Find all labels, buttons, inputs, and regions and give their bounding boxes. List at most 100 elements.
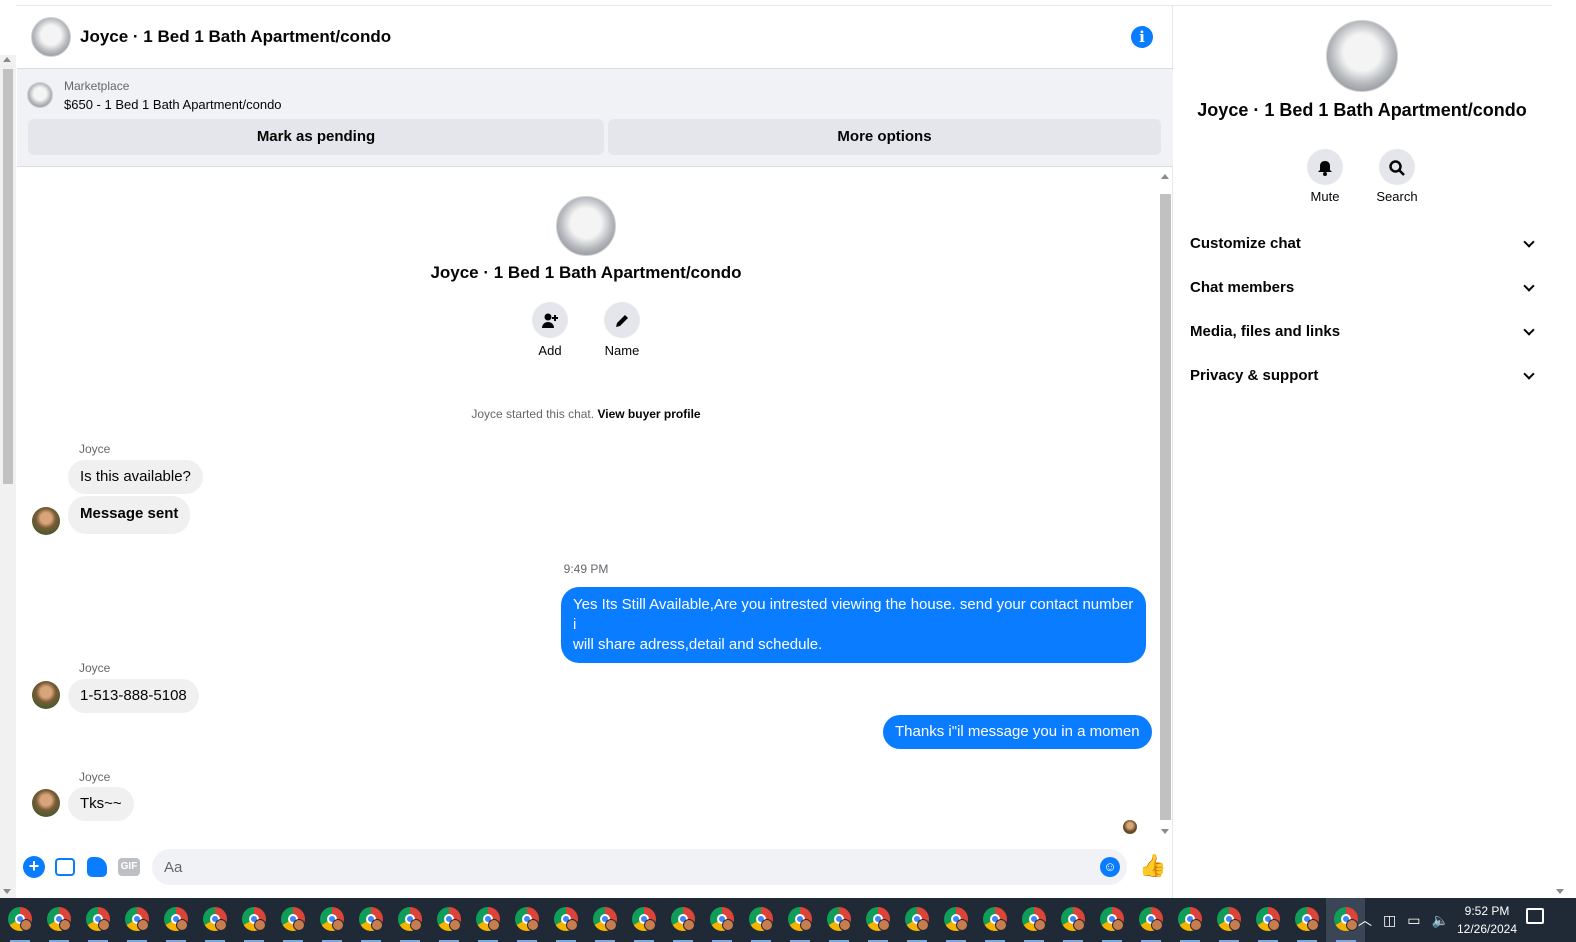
profile-badge-icon xyxy=(1190,919,1202,931)
thumbs-up-icon[interactable]: 👍 xyxy=(1139,854,1166,878)
chrome-taskbar-icon[interactable] xyxy=(1131,898,1170,942)
emoji-icon[interactable]: ☺ xyxy=(1100,857,1120,877)
gif-icon[interactable]: GIF xyxy=(118,858,140,876)
chrome-taskbar-icon[interactable] xyxy=(624,898,663,942)
chat-window: Joyce · 1 Bed 1 Bath Apartment/condo i M… xyxy=(17,6,1173,898)
mute-button[interactable] xyxy=(1307,149,1343,185)
add-person-button[interactable] xyxy=(532,302,568,338)
chrome-taskbar-icon[interactable] xyxy=(897,898,936,942)
scroll-thumb[interactable] xyxy=(1160,194,1171,820)
chrome-taskbar-icon[interactable] xyxy=(546,898,585,942)
edit-name-button[interactable] xyxy=(604,302,640,338)
chrome-taskbar-icon[interactable] xyxy=(78,898,117,942)
incoming-message[interactable]: Message sent xyxy=(68,496,191,534)
network-icon[interactable]: ▭ xyxy=(1407,912,1420,929)
listing-title[interactable]: $650 - 1 Bed 1 Bath Apartment/condo xyxy=(64,97,282,112)
profile-badge-icon xyxy=(1268,919,1280,931)
add-label: Add xyxy=(538,343,562,358)
chat-title[interactable]: Joyce · 1 Bed 1 Bath Apartment/condo xyxy=(80,27,391,47)
chrome-taskbar-icon[interactable] xyxy=(507,898,546,942)
chrome-taskbar-icon[interactable] xyxy=(1287,898,1326,942)
chrome-taskbar-icon[interactable] xyxy=(429,898,468,942)
profile-badge-icon xyxy=(956,919,968,931)
meet-icon[interactable]: ◫ xyxy=(1383,912,1396,929)
message-input[interactable] xyxy=(152,849,1127,885)
scroll-down-arrow[interactable] xyxy=(3,889,11,894)
scroll-down-arrow[interactable] xyxy=(1161,829,1169,834)
chat-members-section[interactable]: Chat members xyxy=(1190,279,1538,296)
chrome-taskbar-icon[interactable] xyxy=(741,898,780,942)
chrome-taskbar-icon[interactable] xyxy=(1248,898,1287,942)
chrome-taskbar-icon[interactable] xyxy=(312,898,351,942)
volume-icon[interactable]: 🔈 xyxy=(1431,912,1448,929)
messages-scrollbar[interactable] xyxy=(1157,168,1173,838)
mark-as-pending-button[interactable]: Mark as pending xyxy=(28,119,604,155)
search-button[interactable] xyxy=(1379,149,1415,185)
chat-header: Joyce · 1 Bed 1 Bath Apartment/condo i xyxy=(17,6,1173,69)
photo-icon[interactable] xyxy=(55,858,75,876)
outgoing-message[interactable]: Thanks i"il message you in a momen xyxy=(883,715,1152,749)
chrome-taskbar-icon[interactable] xyxy=(1209,898,1248,942)
panel-title: Joyce · 1 Bed 1 Bath Apartment/condo xyxy=(1197,100,1527,120)
scroll-down-arrow[interactable] xyxy=(1556,889,1564,894)
chrome-taskbar-icon[interactable] xyxy=(195,898,234,942)
chrome-taskbar-icon[interactable] xyxy=(585,898,624,942)
chrome-taskbar-icon[interactable] xyxy=(117,898,156,942)
scroll-up-arrow[interactable] xyxy=(1161,174,1169,179)
section-label: Customize chat xyxy=(1190,235,1301,252)
sender-name: Joyce xyxy=(79,770,111,784)
chrome-taskbar-icon[interactable] xyxy=(819,898,858,942)
chrome-taskbar-icon[interactable] xyxy=(273,898,312,942)
chrome-taskbar-icon[interactable] xyxy=(1014,898,1053,942)
chrome-taskbar-icon[interactable] xyxy=(858,898,897,942)
notification-icon[interactable] xyxy=(1526,908,1544,924)
chrome-taskbar-icon[interactable] xyxy=(1092,898,1131,942)
profile-badge-icon xyxy=(683,919,695,931)
chevron-up-icon[interactable]: ︿ xyxy=(1358,910,1372,930)
chrome-taskbar-icon[interactable] xyxy=(390,898,429,942)
sticker-icon[interactable] xyxy=(87,857,107,877)
avatar[interactable] xyxy=(32,681,60,709)
profile-badge-icon xyxy=(215,919,227,931)
chrome-taskbar-icon[interactable] xyxy=(1053,898,1092,942)
chrome-taskbar-icon[interactable] xyxy=(1170,898,1209,942)
incoming-message[interactable]: 1-513-888-5108 xyxy=(68,679,199,713)
intro-avatar xyxy=(556,196,616,256)
chrome-taskbar-icon[interactable] xyxy=(936,898,975,942)
message-timestamp: 9:49 PM xyxy=(563,562,609,576)
listing-thumbnail[interactable] xyxy=(27,82,53,108)
chrome-taskbar-icon[interactable] xyxy=(468,898,507,942)
chrome-taskbar-icon[interactable] xyxy=(975,898,1014,942)
privacy-support-section[interactable]: Privacy & support xyxy=(1190,367,1538,384)
avatar[interactable] xyxy=(32,507,60,535)
view-buyer-profile-link[interactable]: View buyer profile xyxy=(597,407,700,421)
chrome-taskbar-icon[interactable] xyxy=(663,898,702,942)
chrome-taskbar-icon[interactable] xyxy=(702,898,741,942)
chrome-taskbar-icon[interactable] xyxy=(351,898,390,942)
search-icon xyxy=(1389,159,1405,176)
name-label: Name xyxy=(604,343,640,358)
right-scrollbar[interactable] xyxy=(1552,0,1568,898)
profile-badge-icon xyxy=(839,919,851,931)
taskbar-clock[interactable]: 9:52 PM 12/26/2024 xyxy=(1452,902,1522,938)
scroll-thumb[interactable] xyxy=(3,69,13,484)
info-icon[interactable]: i xyxy=(1131,26,1153,48)
plus-icon[interactable]: + xyxy=(23,856,45,878)
customize-chat-section[interactable]: Customize chat xyxy=(1190,235,1538,252)
profile-badge-icon xyxy=(995,919,1007,931)
chrome-taskbar-icon[interactable] xyxy=(39,898,78,942)
incoming-message[interactable]: Tks~~ xyxy=(68,787,134,821)
avatar[interactable] xyxy=(32,789,60,817)
chrome-taskbar-icon[interactable] xyxy=(0,898,39,942)
chrome-taskbar-icon[interactable] xyxy=(234,898,273,942)
listing-avatar[interactable] xyxy=(31,17,71,57)
panel-avatar[interactable] xyxy=(1326,20,1398,92)
chrome-taskbar-icon[interactable] xyxy=(780,898,819,942)
chrome-taskbar-icon[interactable] xyxy=(156,898,195,942)
scroll-up-arrow[interactable] xyxy=(3,57,11,62)
more-options-button[interactable]: More options xyxy=(608,119,1161,155)
incoming-message[interactable]: Is this available? xyxy=(68,460,203,494)
media-files-links-section[interactable]: Media, files and links xyxy=(1190,323,1538,340)
page-scrollbar[interactable] xyxy=(0,55,16,898)
outgoing-message[interactable]: Yes Its Still Available,Are you intreste… xyxy=(561,587,1146,663)
